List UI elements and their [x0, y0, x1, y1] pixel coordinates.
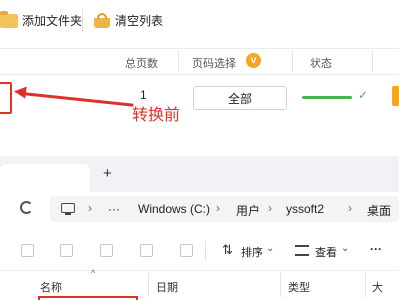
- chevron-right-icon: ›: [348, 201, 352, 215]
- chevron-down-icon: ⌄: [266, 243, 275, 254]
- refresh-icon[interactable]: [20, 201, 33, 214]
- address-row: › ··· Windows (C:) › 用户 › yssoft2 › 桌面: [0, 192, 399, 226]
- breadcrumb-users[interactable]: 用户: [236, 202, 260, 219]
- chevron-right-icon: ›: [216, 201, 220, 215]
- page-select-value: 全部: [227, 91, 252, 106]
- new-tab-button[interactable]: +: [103, 165, 112, 182]
- file-highlight-box: [38, 296, 138, 300]
- sort-caret-icon: ^: [91, 268, 96, 278]
- clear-list-button[interactable]: 清空列表: [93, 12, 163, 29]
- col-name[interactable]: 名称: [40, 279, 62, 295]
- status-check-icon: ✓: [358, 88, 369, 102]
- basket-icon: [93, 12, 111, 29]
- col-size[interactable]: 大: [372, 279, 383, 295]
- view-button-label[interactable]: 查看: [315, 244, 337, 260]
- breadcrumb-drive[interactable]: Windows (C:): [138, 202, 210, 216]
- pages-value: 1: [140, 88, 147, 102]
- clear-list-label: 清空列表: [115, 14, 164, 28]
- col-date[interactable]: 日期: [156, 279, 178, 295]
- add-folder-button[interactable]: 添加文件夹: [0, 10, 83, 29]
- sort-icon: ⇅: [222, 242, 233, 257]
- sort-button-label[interactable]: 排序: [241, 244, 263, 260]
- view-icon: [295, 245, 309, 256]
- command-bar: ⇅ 排序 ⌄ 查看 ⌄ ···: [0, 232, 399, 270]
- page-select-badge[interactable]: v: [246, 53, 261, 68]
- breadcrumb-desktop[interactable]: 桌面: [367, 202, 391, 219]
- list-header-border: [0, 270, 399, 271]
- more-options-button[interactable]: ···: [370, 242, 382, 256]
- folder-icon: [0, 10, 18, 28]
- address-bar[interactable]: › ··· Windows (C:) › 用户 › yssoft2 › 桌面: [50, 196, 399, 222]
- chevron-down-icon: ⌄: [341, 243, 350, 254]
- share-icon[interactable]: [140, 244, 153, 257]
- rename-icon[interactable]: [100, 244, 113, 257]
- col-divider: [280, 273, 281, 297]
- col-divider: [372, 50, 373, 72]
- copy-icon[interactable]: [21, 244, 34, 257]
- monitor-stand: [65, 213, 71, 215]
- page-select-dropdown[interactable]: 全部: [193, 86, 287, 110]
- col-page-select: 页码选择: [192, 58, 236, 70]
- col-divider: [292, 50, 293, 72]
- breadcrumb-more[interactable]: ···: [108, 202, 120, 216]
- red-arrow-head: [13, 85, 27, 99]
- col-type[interactable]: 类型: [288, 279, 310, 295]
- row-action-button[interactable]: [392, 86, 399, 106]
- gap-band: [0, 128, 399, 148]
- header-top-border: [0, 48, 399, 49]
- col-divider: [178, 50, 179, 72]
- monitor-icon: [61, 203, 75, 213]
- col-divider: [365, 273, 366, 297]
- col-total-pages: 总页数: [125, 58, 158, 70]
- red-arrow-line: [21, 92, 134, 107]
- add-folder-label: 添加文件夹: [22, 14, 83, 28]
- file-row-highlight: [0, 82, 12, 114]
- col-divider: [148, 273, 149, 297]
- status-progress-bar: [302, 96, 352, 99]
- annotation-text: 转换前: [132, 107, 181, 124]
- chevron-right-icon: ›: [268, 201, 272, 215]
- explorer-tab[interactable]: [0, 164, 90, 192]
- command-divider: [205, 241, 206, 261]
- breadcrumb-user[interactable]: yssoft2: [286, 202, 324, 216]
- header-bottom-border: [0, 74, 399, 75]
- paste-icon[interactable]: [60, 244, 73, 257]
- delete-icon[interactable]: [180, 244, 193, 257]
- col-status: 状态: [310, 58, 332, 70]
- explorer-tab-bar: +: [0, 156, 399, 192]
- toolbar-divider: [82, 8, 83, 32]
- chevron-right-icon: ›: [88, 201, 92, 215]
